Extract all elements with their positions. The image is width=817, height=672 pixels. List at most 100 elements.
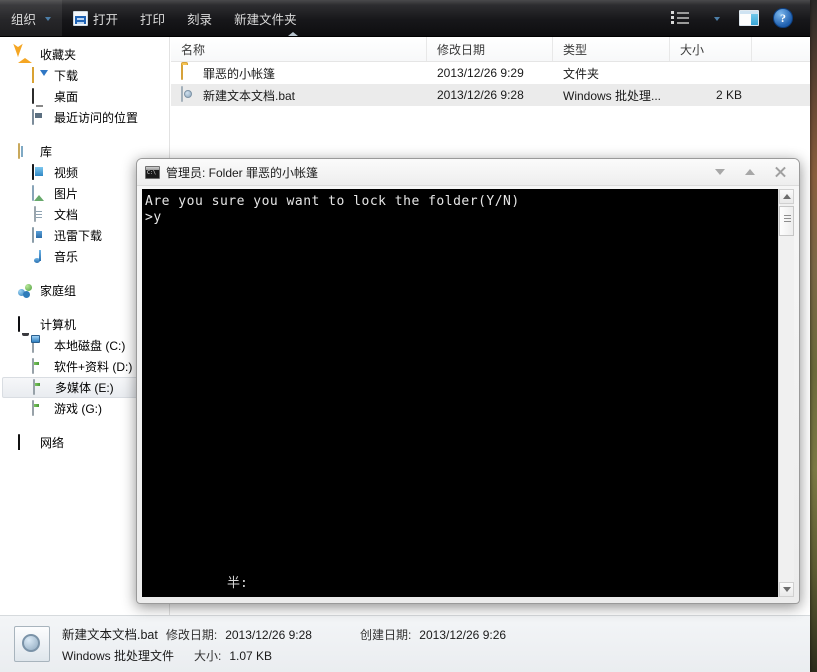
sidebar-group-label: 库 xyxy=(40,145,53,159)
sidebar-divider xyxy=(0,128,169,141)
details-line-2: Windows 批处理文件 大小: 1.07 KB xyxy=(62,647,506,664)
burn-button[interactable]: 刻录 xyxy=(176,0,223,36)
details-created-label: 创建日期: xyxy=(359,628,412,642)
preview-pane-icon xyxy=(739,10,759,26)
sidebar-item-label: 多媒体 (E:) xyxy=(55,381,114,395)
file-date-cell: 2013/12/26 9:29 xyxy=(437,66,524,80)
explorer-toolbar: 组织 打开 打印 刻录 新建文件夹 ? xyxy=(0,0,810,37)
file-type-cell: 文件夹 xyxy=(563,66,600,81)
table-row[interactable]: 罪恶的小帐篷 2013/12/26 9:29 文件夹 xyxy=(171,62,810,84)
view-mode-dropdown[interactable] xyxy=(698,0,732,36)
sidebar-group-label: 收藏夹 xyxy=(40,48,77,62)
scrollbar-thumb[interactable] xyxy=(779,206,794,236)
file-type-cell: Windows 批处理... xyxy=(563,88,662,103)
document-icon xyxy=(32,205,48,223)
sidebar-item-label: 迅雷下载 xyxy=(54,229,103,243)
command-prompt-icon xyxy=(145,165,160,179)
open-file-icon xyxy=(73,10,89,26)
console-title-bar[interactable]: 管理员: Folder 罪恶的小帐篷 xyxy=(137,159,799,186)
console-bottom-text: 半: xyxy=(227,576,248,591)
open-label: 打开 xyxy=(93,12,119,27)
details-line-1: 新建文本文档.bat 修改日期: 2013/12/26 9:28 创建日期: 2… xyxy=(62,624,506,643)
new-folder-button[interactable]: 新建文件夹 xyxy=(223,0,308,36)
file-name-label: 新建文本文档.bat xyxy=(203,88,296,103)
sidebar-item-label: 下载 xyxy=(54,69,79,83)
music-icon xyxy=(32,249,48,265)
video-icon xyxy=(32,163,48,181)
sidebar-group-label: 家庭组 xyxy=(40,284,77,298)
drive-icon xyxy=(32,357,48,375)
star-icon xyxy=(18,47,34,63)
column-header-name[interactable]: 名称 xyxy=(171,37,427,61)
details-file-name: 新建文本文档.bat xyxy=(62,628,158,642)
column-label: 名称 xyxy=(181,42,206,57)
chevron-up-icon xyxy=(782,194,791,199)
view-mode-button[interactable] xyxy=(664,0,698,36)
file-size-cell: 2 KB xyxy=(715,88,742,102)
sidebar-item-label: 游戏 (G:) xyxy=(54,402,102,416)
organize-menu-button[interactable]: 组织 xyxy=(0,0,63,36)
details-text: 新建文本文档.bat 修改日期: 2013/12/26 9:28 创建日期: 2… xyxy=(62,624,506,664)
print-label: 打印 xyxy=(140,12,166,27)
minimize-button[interactable] xyxy=(705,160,735,184)
new-folder-label: 新建文件夹 xyxy=(234,12,297,27)
sidebar-item-label: 文档 xyxy=(54,208,79,222)
sidebar-item-downloads[interactable]: 下载 xyxy=(0,65,169,86)
console-window-title: 管理员: Folder 罪恶的小帐篷 xyxy=(166,165,319,180)
details-created-value: 2013/12/26 9:26 xyxy=(419,628,507,642)
chevron-down-icon xyxy=(782,587,791,592)
chevron-down-icon xyxy=(714,17,720,21)
table-row[interactable]: 新建文本文档.bat 2013/12/26 9:28 Windows 批处理..… xyxy=(171,84,810,106)
recent-places-icon xyxy=(32,108,48,126)
network-icon xyxy=(18,433,34,451)
maximize-button[interactable] xyxy=(735,160,765,184)
console-output-text: Are you sure you want to lock the folder… xyxy=(145,194,520,225)
details-size-value: 1.07 KB xyxy=(229,649,273,663)
sidebar-item-label: 软件+资料 (D:) xyxy=(54,360,133,374)
column-header-date[interactable]: 修改日期 xyxy=(427,37,553,61)
library-folder-icon xyxy=(18,142,34,160)
details-modified-label: 修改日期: xyxy=(165,628,218,642)
toolbar-right-group: ? xyxy=(664,0,810,36)
scroll-down-button[interactable] xyxy=(779,582,794,597)
file-size-cell xyxy=(670,62,752,84)
sidebar-item-label: 最近访问的位置 xyxy=(54,111,139,125)
column-header-size[interactable]: 大小 xyxy=(670,37,752,61)
drive-icon xyxy=(33,378,49,396)
homegroup-icon xyxy=(18,283,34,299)
console-scrollbar[interactable] xyxy=(778,189,794,597)
column-header-type[interactable]: 类型 xyxy=(553,37,670,61)
maximize-icon xyxy=(745,169,755,175)
sidebar-group-label: 计算机 xyxy=(40,318,77,332)
sidebar-item-label: 本地磁盘 (C:) xyxy=(54,339,126,353)
sidebar-item-desktop[interactable]: 桌面 xyxy=(0,86,169,107)
thunder-download-icon xyxy=(32,226,48,244)
sidebar-group-label: 网络 xyxy=(40,436,65,450)
help-button[interactable]: ? xyxy=(766,0,800,36)
file-name-cell: 新建文本文档.bat xyxy=(171,84,427,106)
close-button[interactable] xyxy=(765,160,795,184)
bat-file-icon xyxy=(181,86,197,103)
folder-icon xyxy=(181,64,197,81)
details-size-label: 大小: xyxy=(194,649,222,663)
sidebar-item-recent-places[interactable]: 最近访问的位置 xyxy=(0,107,169,128)
open-button[interactable]: 打开 xyxy=(62,0,129,36)
scroll-up-button[interactable] xyxy=(779,189,794,204)
help-icon: ? xyxy=(773,8,793,28)
picture-icon xyxy=(32,184,48,202)
console-output-area[interactable]: Are you sure you want to lock the folder… xyxy=(142,189,779,597)
column-header-extra[interactable] xyxy=(752,37,810,61)
minimize-icon xyxy=(715,169,725,175)
desktop-icon xyxy=(32,87,48,105)
computer-icon xyxy=(18,315,34,333)
view-mode-icon xyxy=(671,11,691,25)
column-header-row: 名称 修改日期 类型 大小 xyxy=(171,37,810,62)
sort-indicator-icon xyxy=(288,32,298,36)
preview-pane-button[interactable] xyxy=(732,0,766,36)
sidebar-group-favorites[interactable]: 收藏夹 xyxy=(0,44,169,65)
command-prompt-window[interactable]: 管理员: Folder 罪恶的小帐篷 Are you sure you want… xyxy=(136,158,800,604)
print-button[interactable]: 打印 xyxy=(129,0,176,36)
file-name-cell: 罪恶的小帐篷 xyxy=(171,62,427,84)
file-date-cell: 2013/12/26 9:28 xyxy=(437,88,524,102)
sidebar-item-label: 桌面 xyxy=(54,90,79,104)
